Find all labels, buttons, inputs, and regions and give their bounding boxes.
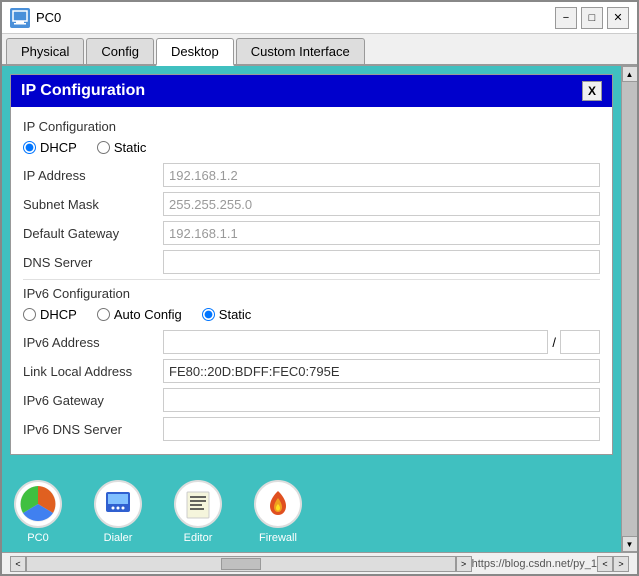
subnet-mask-input[interactable] xyxy=(163,192,600,216)
dns-server-input[interactable] xyxy=(163,250,600,274)
minimize-button[interactable]: − xyxy=(555,7,577,29)
scroll-right-button[interactable]: > xyxy=(456,556,472,572)
editor-icon-circle xyxy=(174,480,222,528)
close-button[interactable]: ✕ xyxy=(607,7,629,29)
link-local-address-input[interactable] xyxy=(163,359,600,383)
ipv4-static-radio[interactable] xyxy=(97,141,110,154)
maximize-button[interactable]: □ xyxy=(581,7,603,29)
ipv6-section-title: IPv6 Configuration xyxy=(23,286,600,301)
window: PC0 − □ ✕ Physical Config Desktop Custom… xyxy=(0,0,639,576)
page-forward-button[interactable]: > xyxy=(613,556,629,572)
ipv6-auto-option[interactable]: Auto Config xyxy=(97,307,182,322)
ipv6-gateway-row: IPv6 Gateway xyxy=(23,388,600,412)
ip-config-title: IP Configuration xyxy=(21,82,145,100)
horizontal-scroll-thumb[interactable] xyxy=(221,558,261,570)
tab-config[interactable]: Config xyxy=(86,38,154,64)
default-gateway-row: Default Gateway xyxy=(23,221,600,245)
dialer-icon-container[interactable]: Dialer xyxy=(94,480,142,544)
ipv4-static-option[interactable]: Static xyxy=(97,140,147,155)
dialer-label: Dialer xyxy=(104,532,133,544)
window-title: PC0 xyxy=(36,10,555,25)
title-bar-buttons: − □ ✕ xyxy=(555,7,629,29)
scroll-left-button[interactable]: < xyxy=(10,556,26,572)
bottom-icon-bar: PC0 Dialer xyxy=(2,472,637,552)
ipv6-static-radio[interactable] xyxy=(202,308,215,321)
pc-icon-label: PC0 xyxy=(27,532,48,544)
pc-icon-circle xyxy=(14,480,62,528)
status-bar: < > https://blog.csdn.net/py_1 < > xyxy=(2,552,637,574)
ipv4-section-title: IP Configuration xyxy=(23,119,600,134)
ipv6-gateway-input[interactable] xyxy=(163,388,600,412)
ipv6-address-input[interactable] xyxy=(163,330,548,354)
default-gateway-input[interactable] xyxy=(163,221,600,245)
horizontal-scroll-track[interactable] xyxy=(26,556,456,572)
tab-bar: Physical Config Desktop Custom Interface xyxy=(2,34,637,66)
ipv6-dhcp-label: DHCP xyxy=(40,307,77,322)
dns-server-label: DNS Server xyxy=(23,255,163,270)
ipv6-dhcp-option[interactable]: DHCP xyxy=(23,307,77,322)
ipv4-radio-row: DHCP Static xyxy=(23,140,600,155)
scroll-up-arrow[interactable]: ▲ xyxy=(622,66,638,82)
ipv6-dhcp-radio[interactable] xyxy=(23,308,36,321)
scroll-down-arrow[interactable]: ▼ xyxy=(622,536,638,552)
dns-server-row: DNS Server xyxy=(23,250,600,274)
vertical-scrollbar[interactable]: ▲ ▼ xyxy=(621,66,637,552)
ipv6-static-option[interactable]: Static xyxy=(202,307,252,322)
ipv6-slash: / xyxy=(552,330,556,354)
ipv6-dns-server-label: IPv6 DNS Server xyxy=(23,422,163,437)
firewall-label: Firewall xyxy=(259,532,297,544)
status-url: https://blog.csdn.net/py_1 xyxy=(472,558,597,570)
link-local-address-label: Link Local Address xyxy=(23,364,163,379)
ipv6-prefix-input[interactable] xyxy=(560,330,600,354)
tab-physical[interactable]: Physical xyxy=(6,38,84,64)
ip-address-input[interactable] xyxy=(163,163,600,187)
dialer-icon-circle xyxy=(94,480,142,528)
ipv6-radio-row: DHCP Auto Config Static xyxy=(23,307,600,322)
ipv4-dhcp-option[interactable]: DHCP xyxy=(23,140,77,155)
tab-desktop[interactable]: Desktop xyxy=(156,38,234,66)
ipv6-dns-server-input[interactable] xyxy=(163,417,600,441)
tab-custom-interface[interactable]: Custom Interface xyxy=(236,38,365,64)
ipv6-address-row: IPv6 Address / xyxy=(23,330,600,354)
firewall-icon-container[interactable]: Firewall xyxy=(254,480,302,544)
default-gateway-label: Default Gateway xyxy=(23,226,163,241)
firewall-svg xyxy=(262,488,294,520)
ip-address-row: IP Address xyxy=(23,163,600,187)
ipv6-gateway-label: IPv6 Gateway xyxy=(23,393,163,408)
ipv4-static-label: Static xyxy=(114,140,147,155)
ipv4-dhcp-label: DHCP xyxy=(40,140,77,155)
link-local-address-row: Link Local Address xyxy=(23,359,600,383)
ip-config-close-button[interactable]: X xyxy=(582,81,602,101)
firewall-icon-circle xyxy=(254,480,302,528)
ipv6-dns-server-row: IPv6 DNS Server xyxy=(23,417,600,441)
ip-config-header: IP Configuration X xyxy=(11,75,612,107)
ipv6-static-label: Static xyxy=(219,307,252,322)
scroll-track[interactable] xyxy=(622,82,637,536)
ipv4-dhcp-radio[interactable] xyxy=(23,141,36,154)
subnet-mask-label: Subnet Mask xyxy=(23,197,163,212)
subnet-mask-row: Subnet Mask xyxy=(23,192,600,216)
dialer-svg xyxy=(102,488,134,520)
page-back-button[interactable]: < xyxy=(597,556,613,572)
ipv6-auto-label: Auto Config xyxy=(114,307,182,322)
pie-chart-svg xyxy=(17,483,59,525)
ip-config-panel: IP Configuration X IP Configuration DHCP… xyxy=(10,74,613,455)
ip-address-label: IP Address xyxy=(23,168,163,183)
pc-icon[interactable]: PC0 xyxy=(14,480,62,544)
main-content: ▲ ▼ IP Configuration X IP Configuration … xyxy=(2,66,637,552)
ip-config-body: IP Configuration DHCP Static IP Address xyxy=(11,107,612,454)
ipv6-address-input-group: / xyxy=(163,330,600,354)
title-bar: PC0 − □ ✕ xyxy=(2,2,637,34)
editor-icon-container[interactable]: Editor xyxy=(174,480,222,544)
editor-label: Editor xyxy=(184,532,213,544)
window-icon xyxy=(10,8,30,28)
editor-svg xyxy=(182,488,214,520)
ipv6-address-label: IPv6 Address xyxy=(23,335,163,350)
ipv6-auto-radio[interactable] xyxy=(97,308,110,321)
